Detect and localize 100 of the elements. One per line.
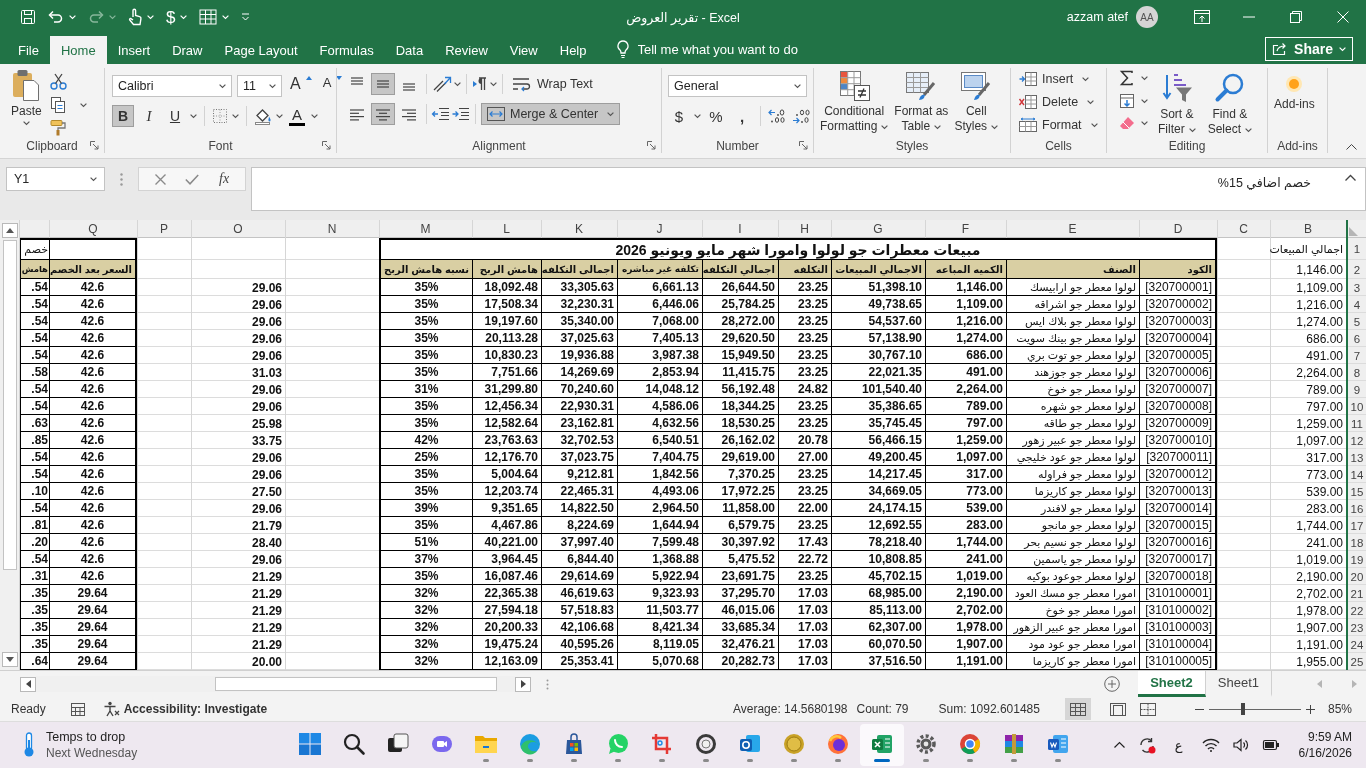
row-header[interactable]: 9 bbox=[1346, 381, 1366, 398]
row-header[interactable]: 6 bbox=[1346, 330, 1366, 347]
caret-icon[interactable] bbox=[1245, 127, 1253, 132]
scrollbar-thumb[interactable] bbox=[2, 240, 17, 570]
bold-button[interactable]: B bbox=[112, 105, 134, 127]
dot-icon[interactable] bbox=[1284, 74, 1305, 94]
triangle-up-icon[interactable] bbox=[5, 228, 14, 233]
comma-style-button[interactable]: , bbox=[731, 105, 753, 127]
sheet-tab[interactable]: Sheet2 bbox=[1138, 671, 1206, 697]
triangle-up-icon[interactable] bbox=[305, 76, 312, 80]
font-color-button[interactable]: A bbox=[287, 106, 307, 126]
delete-cells-icon[interactable] bbox=[1019, 95, 1037, 109]
caret-icon[interactable] bbox=[276, 114, 283, 118]
customize-toolbar-icon[interactable] bbox=[241, 13, 251, 21]
mail-icon[interactable] bbox=[739, 733, 761, 755]
row-header[interactable]: 2 bbox=[1346, 260, 1366, 279]
styles-button[interactable]: Conditional Formatting bbox=[818, 67, 891, 134]
settings-icon[interactable] bbox=[915, 733, 937, 755]
chevron-up-icon[interactable] bbox=[1346, 144, 1357, 150]
stacked-books-icon[interactable] bbox=[1003, 733, 1025, 755]
ribbon-tab[interactable]: Home bbox=[49, 36, 107, 64]
thermometer-icon[interactable] bbox=[22, 732, 36, 758]
column-header[interactable]: G bbox=[831, 220, 925, 238]
caret-icon[interactable] bbox=[490, 82, 497, 86]
scrollbar-thumb[interactable] bbox=[215, 677, 497, 691]
caret-icon[interactable] bbox=[1082, 77, 1090, 81]
ring-icon[interactable] bbox=[695, 733, 717, 755]
copy-icon[interactable] bbox=[49, 96, 66, 113]
caret-icon[interactable] bbox=[311, 114, 318, 118]
column-header[interactable]: Q bbox=[49, 220, 137, 238]
video-camera-icon[interactable] bbox=[431, 733, 453, 755]
caret-icon[interactable] bbox=[79, 102, 87, 107]
paintbrush-icon[interactable] bbox=[49, 119, 67, 136]
font-name-field[interactable]: Calibri bbox=[112, 75, 232, 97]
tell-me-field[interactable]: Tell me what you want to do bbox=[637, 41, 820, 57]
plus-icon[interactable] bbox=[1305, 704, 1315, 714]
column-header[interactable]: D bbox=[1139, 220, 1217, 238]
ribbon-display-icon[interactable] bbox=[1193, 10, 1210, 24]
clock-time[interactable]: 9:59 AM bbox=[1307, 730, 1352, 744]
caret-icon[interactable] bbox=[1141, 76, 1148, 80]
number-format-field[interactable]: General bbox=[668, 75, 807, 97]
chevron-up-icon[interactable] bbox=[1113, 742, 1125, 748]
start-icon[interactable] bbox=[299, 733, 321, 755]
caret-icon[interactable] bbox=[607, 112, 615, 116]
horizontal-scrollbar[interactable] bbox=[20, 675, 531, 693]
search-icon[interactable] bbox=[343, 733, 365, 755]
sigma-icon[interactable] bbox=[1119, 70, 1135, 86]
formula-field[interactable]: خصم اضافي 15% bbox=[251, 167, 1366, 211]
decrease-indent-icon[interactable] bbox=[432, 107, 450, 121]
row-header[interactable]: 15 bbox=[1346, 483, 1366, 500]
column-header[interactable]: H bbox=[778, 220, 831, 238]
editing-button[interactable]: Sort & Filter bbox=[1156, 70, 1198, 137]
input-language[interactable]: ع bbox=[1174, 737, 1183, 753]
save-icon[interactable] bbox=[20, 9, 36, 25]
column-header[interactable]: F bbox=[925, 220, 1006, 238]
shrink-font-button[interactable]: A bbox=[319, 75, 346, 97]
currency-format-button[interactable]: $ bbox=[668, 105, 690, 127]
caret-icon[interactable] bbox=[1141, 121, 1148, 125]
row-header[interactable]: 1 bbox=[1346, 238, 1366, 260]
caret-icon[interactable] bbox=[269, 84, 276, 88]
row-header[interactable]: 11 bbox=[1346, 415, 1366, 432]
wifi-icon[interactable] bbox=[1201, 738, 1220, 752]
row-header[interactable]: 14 bbox=[1346, 466, 1366, 483]
user-avatar[interactable]: AA bbox=[1136, 6, 1158, 28]
insert-function-button[interactable]: fx bbox=[219, 171, 230, 187]
currency-button[interactable]: $ bbox=[166, 8, 176, 26]
row-header[interactable]: 4 bbox=[1346, 296, 1366, 313]
row-header[interactable]: 16 bbox=[1346, 500, 1366, 517]
font-size-field[interactable]: 11 bbox=[237, 75, 282, 97]
italic-button[interactable]: I bbox=[138, 105, 160, 127]
triangle-down-icon[interactable] bbox=[336, 76, 343, 80]
merge-center-button[interactable]: Merge & Center bbox=[481, 103, 621, 125]
caret-icon[interactable] bbox=[794, 84, 801, 88]
accessibility-icon[interactable] bbox=[102, 701, 119, 717]
minimize-icon[interactable] bbox=[1242, 16, 1255, 18]
dialog-launcher-icon[interactable] bbox=[90, 141, 99, 150]
row-header[interactable]: 25 bbox=[1346, 653, 1366, 670]
row-header[interactable]: 21 bbox=[1346, 585, 1366, 602]
speaker-icon[interactable] bbox=[1232, 738, 1249, 752]
zoom-level[interactable]: 85% bbox=[1327, 702, 1352, 716]
cells-button[interactable]: Format bbox=[1019, 116, 1098, 134]
sort-filter-icon[interactable] bbox=[1160, 72, 1193, 104]
scissors-icon[interactable] bbox=[49, 73, 67, 90]
increase-decimal-icon[interactable] bbox=[768, 109, 788, 123]
cancel-icon[interactable] bbox=[154, 173, 166, 185]
zoom-slider[interactable] bbox=[1208, 703, 1301, 715]
column-header[interactable]: E bbox=[1006, 220, 1139, 238]
column-header[interactable]: J bbox=[617, 220, 702, 238]
row-header[interactable]: 5 bbox=[1346, 313, 1366, 330]
page-layout-view-icon[interactable] bbox=[1109, 702, 1126, 716]
triangle-down-icon[interactable] bbox=[5, 657, 14, 662]
conditional-format-icon[interactable] bbox=[838, 69, 871, 101]
browser-icon[interactable] bbox=[959, 733, 981, 755]
grow-font-button[interactable]: A bbox=[287, 75, 315, 97]
eraser-icon[interactable] bbox=[1119, 116, 1135, 130]
triangle-right-icon[interactable] bbox=[520, 680, 526, 688]
decrease-decimal-icon[interactable] bbox=[792, 109, 812, 123]
editing-button[interactable]: Find & Select bbox=[1205, 70, 1255, 137]
row-header[interactable]: 20 bbox=[1346, 568, 1366, 585]
ribbon-tab[interactable]: Review bbox=[434, 36, 499, 64]
